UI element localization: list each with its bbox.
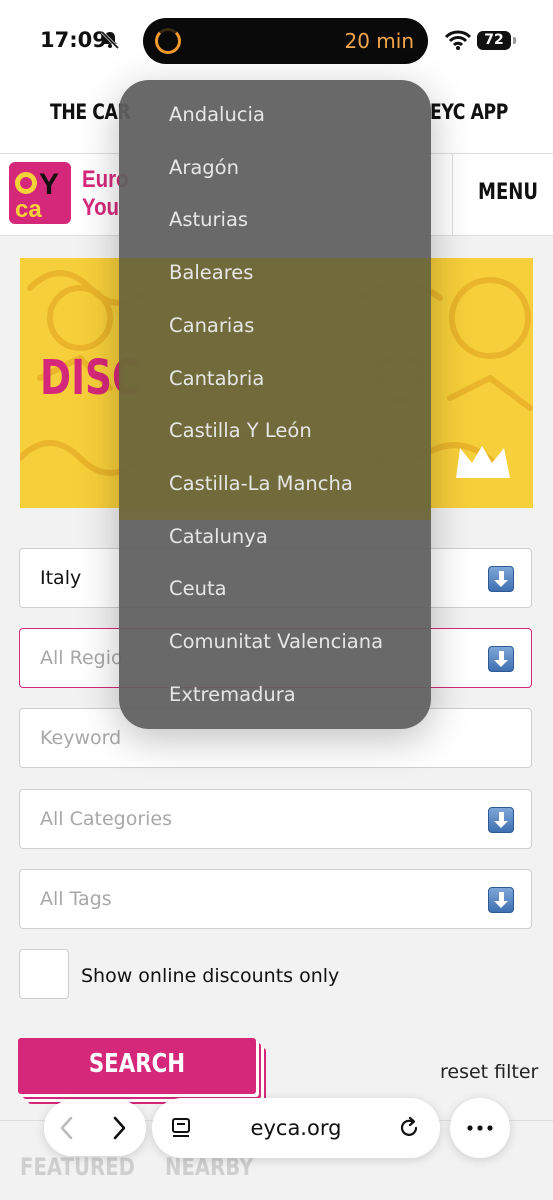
dynamic-island[interactable]: 20 min [143,18,428,64]
dropdown-arrow-icon [488,566,514,592]
categories-placeholder: All Categories [40,808,173,830]
online-only-checkbox[interactable] [19,949,69,999]
country-value: Italy [40,567,82,589]
back-icon[interactable] [58,1115,76,1141]
menu-button[interactable]: MENU [478,180,538,205]
online-only-label[interactable]: Show online discounts only [81,965,339,987]
forward-icon[interactable] [110,1115,128,1141]
status-bar: 17:09 20 min 72 [0,0,553,80]
region-placeholder: All Regio [40,647,123,669]
address-bar[interactable]: eyca.org [152,1098,440,1158]
history-nav [44,1100,146,1156]
dropdown-arrow-icon [488,807,514,833]
tags-select[interactable]: All Tags [19,869,532,929]
divider [452,154,453,236]
status-time: 17:09 [40,28,107,52]
region-option[interactable]: Castilla Y León [169,419,312,442]
region-option[interactable]: Comunitat Valenciana [169,630,383,653]
region-option[interactable]: Canarias [169,314,254,337]
reset-filter-link[interactable]: reset filter [440,1061,538,1083]
more-button[interactable] [450,1098,510,1158]
bell-slash-icon [100,30,120,50]
tab-featured[interactable]: FEATURED [20,1153,135,1181]
battery-level: 72 [484,32,504,48]
region-option[interactable]: Cantabria [169,367,264,390]
region-option[interactable]: Aragón [169,156,239,179]
categories-select[interactable]: All Categories [19,789,532,849]
timer-icon [155,28,181,54]
search-button[interactable]: SEARCH [18,1038,256,1094]
more-icon [467,1125,493,1131]
region-option[interactable]: Catalunya [169,525,268,548]
region-option[interactable]: Andalucia [169,103,265,126]
region-option[interactable]: Ceuta [169,577,227,600]
search-label: SEARCH [88,1049,186,1079]
dropdown-arrow-icon [488,887,514,913]
nav-item-eyc-app[interactable]: EYC APP [430,100,508,124]
dropdown-arrow-icon [488,646,514,672]
region-option[interactable]: Castilla-La Mancha [169,472,353,495]
wifi-icon [445,30,471,50]
battery-icon: 72 [477,31,516,50]
tags-placeholder: All Tags [40,888,112,910]
region-option[interactable]: Asturias [169,208,248,231]
keyword-placeholder: Keyword [40,727,122,749]
eyca-logo[interactable]: Y ca [9,162,71,224]
region-option[interactable]: Baleares [169,261,253,284]
timer-text: 20 min [344,29,414,53]
region-dropdown-menu: Andalucia Aragón Asturias Baleares Canar… [119,80,431,729]
reload-icon[interactable] [397,1116,421,1140]
region-option[interactable]: Extremadura [169,683,296,706]
